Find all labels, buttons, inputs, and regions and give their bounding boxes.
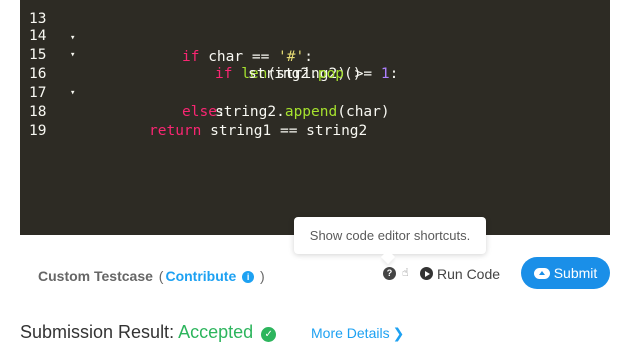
result-status: Accepted — [178, 322, 254, 342]
code-token: string1 == string2 — [201, 123, 368, 139]
code-line-14: 14 ▾ if len(string2) >= 1: — [20, 8, 610, 82]
close-paren: ) — [260, 268, 265, 284]
hand-pointer-icon: ☝ — [402, 267, 409, 279]
question-circle-icon[interactable]: ? — [383, 267, 396, 280]
chevron-right-icon: ❯ — [392, 325, 405, 341]
line-number: 19 — [29, 123, 47, 139]
custom-testcase-label[interactable]: Custom Testcase — [38, 268, 153, 284]
info-circle-icon[interactable]: i — [242, 271, 255, 284]
submit-label: Submit — [553, 265, 598, 281]
code-line-19: 19 — [20, 103, 610, 139]
code-line-16: 16 ▾ else: — [20, 46, 610, 120]
submission-result: Submission Result: Accepted ✓ — [20, 320, 277, 344]
code-token: return — [149, 123, 202, 139]
page: 13 ▾ if char == '#': 14 ▾ if len(string2… — [0, 0, 640, 360]
contribute-link[interactable]: Contribute — [165, 268, 236, 284]
more-details-link[interactable]: More Details ❯ — [311, 324, 404, 342]
code-line-17: 17 string2.append(char) — [20, 65, 610, 120]
run-code-button[interactable]: Run Code — [420, 264, 500, 284]
submission-result-label: Submission Result: — [20, 322, 175, 342]
submit-button[interactable]: Submit — [521, 257, 610, 289]
run-code-label: Run Code — [437, 266, 501, 282]
code-line-18: 18 return string1 == string2 — [20, 84, 610, 139]
code-line-15: 15 string2.pop() — [20, 27, 610, 82]
custom-testcase: Custom Testcase (Contribute i ) — [38, 266, 267, 286]
more-details-label: More Details — [311, 325, 390, 341]
code-editor[interactable]: 13 ▾ if char == '#': 14 ▾ if len(string2… — [20, 0, 610, 235]
shortcuts-tooltip: Show code editor shortcuts. — [294, 217, 486, 254]
play-circle-icon — [420, 267, 433, 280]
cloud-upload-icon — [533, 268, 550, 279]
open-paren: ( — [158, 268, 164, 284]
check-circle-icon: ✓ — [261, 327, 277, 342]
